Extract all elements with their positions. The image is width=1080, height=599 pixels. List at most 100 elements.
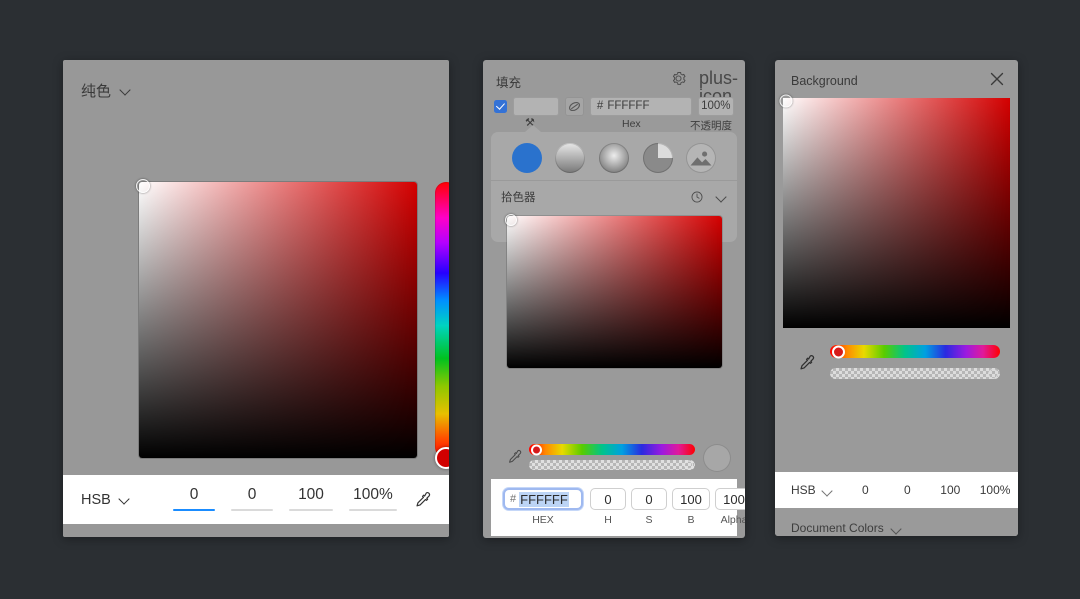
alpha-input-label: Alpha [715, 514, 745, 526]
fill-color-swatch[interactable] [513, 97, 559, 116]
brightness-input-label: B [672, 514, 710, 526]
saturation-value-field[interactable]: 0 [223, 486, 281, 513]
chevron-down-icon [119, 494, 130, 505]
alpha-slider-handle[interactable] [684, 461, 693, 470]
hex-input-label: HEX [503, 514, 583, 526]
hue-input-label: H [590, 514, 626, 526]
chevron-down-icon[interactable] [716, 192, 727, 203]
gear-button[interactable] [671, 71, 686, 86]
alpha-slider[interactable] [830, 368, 1000, 379]
alpha-input-value: 100 [723, 492, 745, 507]
eyedropper-button[interactable] [405, 491, 439, 509]
brightness-value-field[interactable]: 100 [281, 486, 341, 513]
hue-slider[interactable] [830, 345, 1000, 358]
background-panel-title: Background [791, 74, 858, 88]
image-icon [686, 143, 716, 173]
brightness-input-value: 100 [680, 492, 702, 507]
fill-enabled-checkbox[interactable] [494, 100, 507, 113]
alpha-value-field[interactable]: 100% [341, 486, 405, 513]
angular-gradient-fill-type[interactable] [643, 143, 673, 173]
fill-type-row [491, 136, 737, 180]
brightness-value-field[interactable]: 100 [928, 483, 972, 497]
picker-label: 拾色器 [501, 189, 536, 205]
fill-hex-field[interactable]: # FFFFFF [590, 97, 692, 116]
linear-gradient-fill-type[interactable] [555, 143, 585, 173]
hex-prefix: # [510, 493, 516, 505]
link-icon [565, 97, 584, 116]
fill-mode-dropdown[interactable]: 纯色 [81, 80, 131, 101]
document-colors-label: Document Colors [791, 521, 884, 535]
opacity-value: 100% [701, 100, 730, 112]
hue-value: 0 [190, 486, 199, 503]
background-color-panel: Background Document Colors [775, 60, 1018, 536]
solid-panel-header: 纯色 [63, 60, 449, 122]
color-model-label: HSB [791, 483, 816, 497]
close-button[interactable] [990, 72, 1004, 86]
field-underline [231, 509, 273, 511]
alpha-value-field[interactable]: 100% [972, 483, 1018, 497]
saturation-brightness-square[interactable] [139, 182, 417, 458]
background-panel-header: Background [775, 60, 1018, 98]
image-fill-type[interactable] [686, 143, 716, 173]
solid-panel-presets-area: + [63, 524, 449, 537]
solid-fill-type[interactable] [512, 143, 542, 173]
clock-icon [690, 190, 704, 204]
opacity-label: 不透明度 [690, 118, 732, 133]
saturation-brightness-square[interactable] [507, 216, 722, 368]
brightness-input[interactable]: 100 [672, 488, 710, 510]
alpha-slider-handle[interactable] [988, 369, 998, 379]
alpha-slider[interactable] [529, 460, 695, 470]
sb-cursor-handle[interactable] [780, 95, 793, 108]
hue-slider-handle[interactable] [435, 447, 449, 469]
hue-slider[interactable] [529, 444, 695, 455]
alpha-input[interactable]: 100 [715, 488, 745, 510]
chevron-down-icon [891, 524, 899, 532]
color-preview-circle [703, 444, 731, 472]
saturation-brightness-square[interactable] [783, 98, 1010, 328]
chevron-down-icon [120, 85, 131, 96]
saturation-value-field[interactable]: 0 [886, 483, 928, 497]
saturation-input-value: 0 [645, 492, 652, 507]
saturation-input[interactable]: 0 [631, 488, 667, 510]
history-button[interactable] [690, 190, 704, 204]
eyedropper-button[interactable] [506, 449, 522, 465]
picker-header-row: 拾色器 [501, 184, 727, 210]
color-input-row: # FFFFFF 0 0 100 100 HEX H S B Alpha [491, 479, 737, 536]
hex-input[interactable]: # FFFFFF [503, 488, 583, 510]
field-underline [349, 509, 397, 511]
chevron-down-icon [822, 486, 830, 494]
hue-value-field[interactable]: 0 [844, 483, 886, 497]
fill-opacity-field[interactable]: 100% [698, 97, 734, 116]
hue-input[interactable]: 0 [590, 488, 626, 510]
sb-cursor-handle[interactable] [136, 179, 150, 193]
color-model-dropdown[interactable]: HSB [81, 492, 165, 508]
hue-slider-handle[interactable] [832, 345, 845, 358]
field-underline [173, 509, 215, 512]
hex-input-value: FFFFFF [519, 492, 569, 507]
fill-panel: 填充 plus-icon # FFFFFF 100% ⚒ Hex 不透明度 [483, 60, 745, 538]
document-colors-dropdown[interactable]: Document Colors [791, 521, 899, 535]
hue-value-field[interactable]: 0 [165, 486, 223, 513]
hex-label: Hex [622, 118, 641, 130]
brightness-value: 100 [940, 483, 960, 497]
eyedropper-button[interactable] [797, 354, 815, 372]
radial-gradient-fill-type[interactable] [599, 143, 629, 173]
link-style-button[interactable] [565, 97, 584, 116]
popover-divider [491, 180, 737, 181]
solid-color-picker-panel: 纯色 + HSB 0 0 100 100% [63, 60, 449, 537]
alpha-value: 100% [980, 483, 1011, 497]
alpha-value: 100% [353, 486, 393, 503]
sb-cursor-handle[interactable] [505, 214, 517, 226]
hue-value: 0 [862, 483, 869, 497]
hue-slider[interactable] [435, 182, 449, 458]
fill-sliders-row [491, 439, 737, 474]
eyedropper-icon [797, 354, 815, 372]
color-model-dropdown[interactable]: HSB [791, 483, 844, 497]
color-model-label: HSB [81, 492, 111, 508]
document-presets-section: 文档 ⇅ plus-icon 点击 "+" [491, 536, 737, 538]
fill-mode-label: 纯色 [81, 80, 111, 101]
screen-root: { "panel_solid": { "mode_label": "纯色", "… [0, 0, 1080, 599]
saturation-value: 0 [248, 486, 257, 503]
hue-slider-handle[interactable] [531, 444, 542, 455]
saturation-value: 0 [904, 483, 911, 497]
